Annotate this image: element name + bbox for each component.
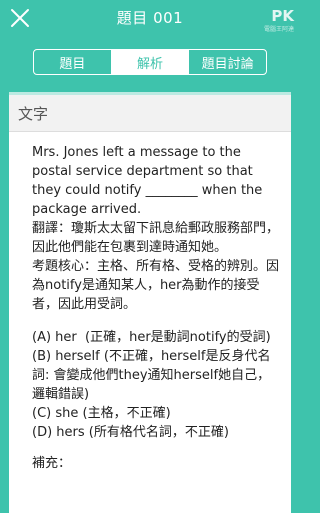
core-text: 考題核心：主格、所有格、受格的辨別。因為notify是通知某人，her為動作的接…	[32, 259, 280, 312]
supplement-label: 補充：	[32, 456, 72, 471]
tab-discussion[interactable]: 題目討論	[189, 50, 266, 74]
option-a: (A) her (正確，her是動詞notify的受詞)	[32, 330, 271, 345]
watermark-subtitle: 電腦王阿達	[263, 26, 294, 33]
translation-text: 翻譯：瓊斯太太留下訊息給郵政服務部門，因此他們能在包裹到達時通知她。	[32, 221, 280, 255]
question-text: Mrs. Jones left a message to the postal …	[32, 145, 267, 217]
segment-tabs: 題目 解析 題目討論	[33, 49, 267, 75]
section-title: 文字	[9, 95, 291, 132]
app-header: 題目 001 PK 電腦王阿達	[0, 0, 300, 36]
analysis-body: Mrs. Jones left a message to the postal …	[9, 132, 291, 473]
card-top-accent	[9, 92, 291, 95]
option-b: (B) herself (不正確，herself是反身代名詞: 會變成他們the…	[32, 349, 271, 402]
analysis-card: 文字 Mrs. Jones left a message to the post…	[9, 92, 291, 513]
option-d: (D) hers (所有格代名詞，不正確)	[32, 425, 229, 440]
watermark: PK 電腦王阿達	[264, 6, 294, 33]
tab-question[interactable]: 題目	[34, 50, 112, 74]
tab-analysis[interactable]: 解析	[111, 50, 190, 74]
option-c: (C) she (主格，不正確)	[32, 406, 171, 421]
watermark-logo: PK	[271, 7, 294, 25]
page-title: 題目 001	[116, 9, 184, 27]
